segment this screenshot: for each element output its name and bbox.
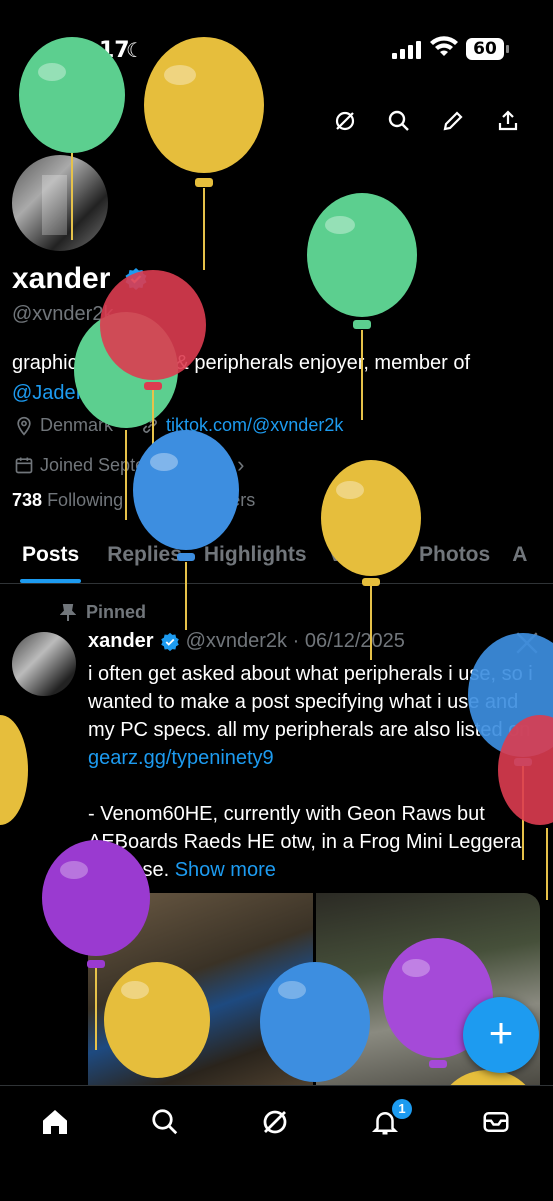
profile-bio: graphics designer & peripherals enjoyer,… (12, 348, 542, 408)
home-icon[interactable] (37, 1104, 73, 1140)
bottom-nav (0, 1085, 553, 1201)
tab-videos[interactable]: Videos (329, 535, 397, 583)
profile-tabs: Posts Replies Highlights Videos Photos A (0, 535, 553, 584)
tab-replies[interactable]: Replies (107, 535, 182, 583)
back-arrow-icon[interactable] (28, 106, 58, 136)
website-row[interactable]: tiktok.com/@xvnder2k (140, 415, 343, 436)
post-text-line2: - Venom60HE, currently with Geon Raws bu… (88, 803, 522, 881)
post-handle-date: @xvnder2k · 06/12/2025 (185, 630, 405, 652)
verified-icon (160, 632, 179, 651)
bio-mention-link[interactable]: @JadeFaction (12, 382, 141, 404)
pinned-label: Pinned (86, 602, 147, 622)
wifi-icon (430, 36, 458, 63)
balloon-yellow (0, 715, 28, 825)
following-count: 738 (12, 490, 43, 510)
bio-text: graphics designer & peripherals enjoyer,… (12, 352, 471, 374)
balloon-yellow (144, 37, 264, 270)
post-text[interactable]: i often get asked about what peripherals… (88, 660, 543, 884)
pinned-indicator: Pinned (60, 602, 146, 623)
location-text: Denmark (40, 415, 114, 435)
search-icon[interactable] (384, 106, 414, 136)
grok-icon[interactable] (330, 106, 360, 136)
profile-handle: @xvnder2k (12, 303, 114, 325)
tab-posts[interactable]: Posts (19, 535, 82, 583)
verified-icon[interactable] (124, 267, 148, 291)
joined-text: Joined September 2020 (40, 454, 232, 475)
display-name: xander (12, 262, 111, 295)
joined-row[interactable]: Joined September 2020 › (14, 452, 244, 478)
location-icon (17, 416, 31, 436)
tab-photos[interactable]: Photos (419, 535, 490, 583)
notification-badge: 1 (392, 1099, 412, 1119)
following-label: Following (47, 490, 124, 510)
calendar-icon (15, 457, 33, 474)
grok-icon[interactable] (257, 1104, 293, 1140)
share-icon[interactable] (493, 106, 523, 136)
media-photo-1[interactable] (88, 893, 313, 1103)
followers-link[interactable]: 620 Followers (143, 490, 255, 510)
status-time: 05.17 (60, 38, 130, 63)
edit-icon[interactable] (438, 106, 468, 136)
link-icon (143, 418, 157, 433)
pin-icon (60, 603, 76, 621)
battery-indicator: 60 (466, 38, 509, 60)
post-link[interactable]: gearz.gg/typeninety9 (88, 747, 274, 769)
post-media[interactable] (88, 893, 540, 1103)
signal-icon (392, 41, 421, 59)
show-more-link[interactable]: Show more (175, 859, 276, 881)
location-row: Denmark (14, 415, 113, 436)
post-header: xander @xvnder2k · 06/12/2025 (88, 630, 405, 653)
post-avatar[interactable] (12, 632, 76, 696)
following-link[interactable]: 738 Following (12, 490, 123, 510)
tab-more[interactable]: A (512, 535, 527, 583)
moon-icon: ☾ (126, 40, 144, 62)
search-icon[interactable] (147, 1104, 183, 1140)
followers-label: Followers (178, 490, 256, 510)
tab-highlights[interactable]: Highlights (204, 535, 307, 583)
compose-fab-button[interactable]: + (463, 997, 539, 1073)
x-logo-icon (514, 630, 540, 661)
profile-avatar[interactable] (10, 153, 110, 253)
followers-count: 620 (143, 490, 174, 510)
post-author[interactable]: xander (88, 630, 154, 653)
follow-stats: 738 Following 620 Followers (12, 490, 255, 511)
website-link[interactable]: tiktok.com/@xvnder2k (166, 415, 343, 436)
chevron-right-icon: › (237, 452, 245, 477)
mail-icon[interactable] (478, 1104, 514, 1140)
post-text-line1: i often get asked about what peripherals… (88, 663, 533, 741)
